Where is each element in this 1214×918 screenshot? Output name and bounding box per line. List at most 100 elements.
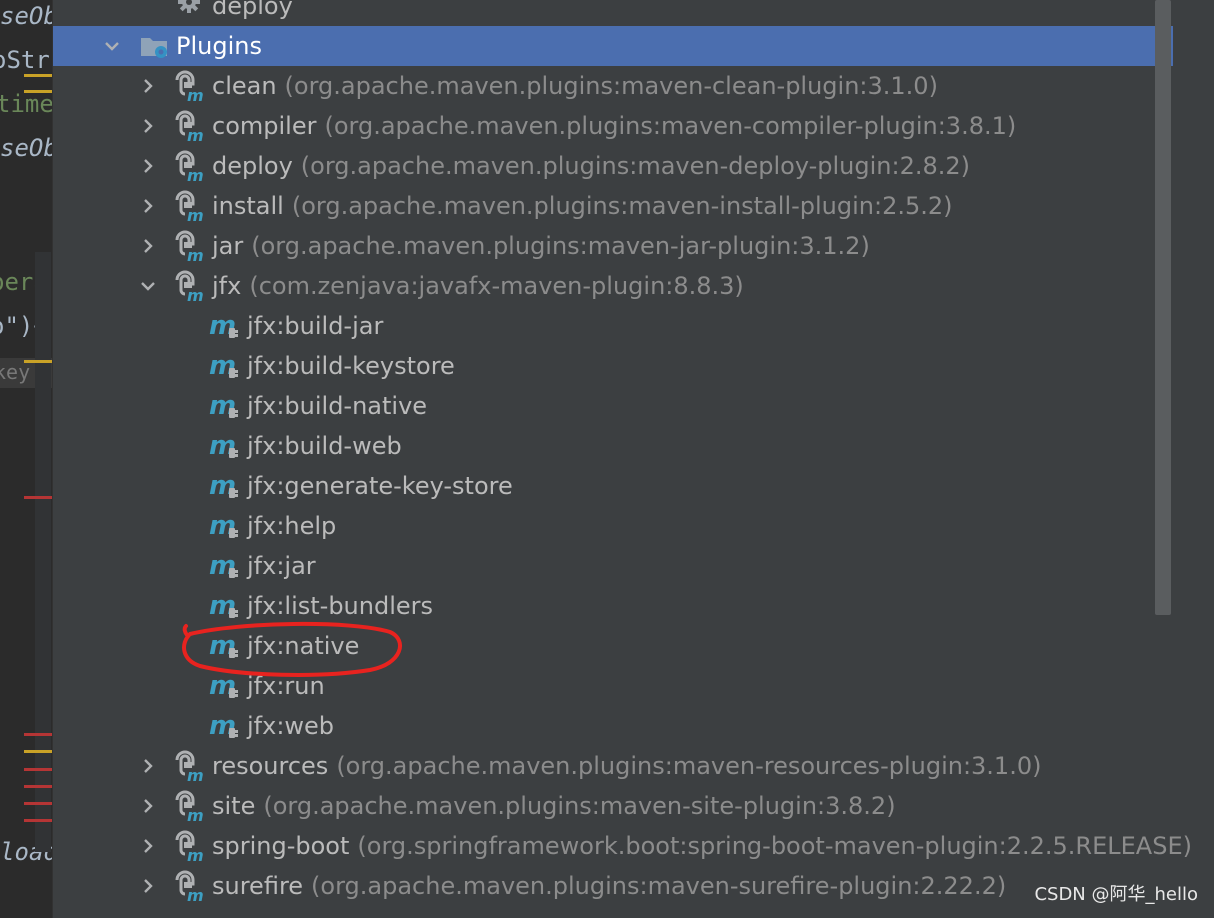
tree-row-label: jar (org.apache.maven.plugins:maven-jar-p… xyxy=(212,232,870,260)
svg-text:m: m xyxy=(187,86,204,102)
code-fragment: seOb xyxy=(0,2,53,30)
tree-row[interactable]: deploy xyxy=(53,0,1173,26)
maven-goal-icon: m xyxy=(209,550,241,582)
chevron-right-icon[interactable] xyxy=(137,786,159,826)
tree-row[interactable]: m spring-boot (org.springframework.boot:sp… xyxy=(53,826,1192,866)
maven-goal-icon: m xyxy=(209,630,241,662)
code-fragment: key xyxy=(0,360,31,384)
change-marker xyxy=(24,750,52,753)
tree-row[interactable]: m site (org.apache.maven.plugins:maven-sit… xyxy=(53,786,1173,826)
svg-text:m: m xyxy=(187,206,204,222)
maven-plugin-icon: m xyxy=(173,870,205,905)
svg-text:m: m xyxy=(187,886,204,902)
node-name: deploy xyxy=(212,0,293,20)
chevron-right-icon[interactable] xyxy=(137,106,159,146)
svg-text:m: m xyxy=(187,246,204,262)
chevron-right-icon[interactable] xyxy=(137,146,159,186)
tree-row-label: install (org.apache.maven.plugins:maven-i… xyxy=(212,192,953,220)
gutter-bar xyxy=(35,252,51,852)
maven-tool-window: deploy Plugins m clean (org.apache.maven.plu… xyxy=(53,0,1214,918)
node-name: jfx:web xyxy=(247,712,335,740)
vertical-scrollbar-thumb[interactable] xyxy=(1155,0,1171,615)
tree-row-label: jfx:web xyxy=(247,712,334,740)
maven-goal-icon: m xyxy=(209,310,241,342)
tree-row-label: jfx (com.zenjava:javafx-maven-plugin:8.8.… xyxy=(212,272,744,300)
chevron-right-icon[interactable] xyxy=(137,66,159,106)
node-name: spring-boot xyxy=(212,832,350,860)
plugin-coordinates: (org.apache.maven.plugins:maven-resource… xyxy=(336,752,1042,780)
tree-row[interactable]: m jfx:web xyxy=(53,706,1173,746)
tree-row[interactable]: m resources (org.apache.maven.plugins:mave… xyxy=(53,746,1173,786)
tree-row-label: spring-boot (org.springframework.boot:spr… xyxy=(212,832,1192,860)
tree-row[interactable]: m compiler (org.apache.maven.plugins:maven… xyxy=(53,106,1173,146)
tree-row[interactable]: m jfx:list-bundlers xyxy=(53,586,1173,626)
node-name: jfx:generate-key-store xyxy=(247,472,513,500)
tree-row[interactable]: m jfx:jar xyxy=(53,546,1173,586)
node-name: jfx:run xyxy=(247,672,325,700)
tree-row[interactable]: m jfx:build-native xyxy=(53,386,1173,426)
svg-text:m: m xyxy=(187,126,204,142)
maven-goal-icon: m xyxy=(209,510,241,542)
plugin-coordinates: (com.zenjava:javafx-maven-plugin:8.8.3) xyxy=(249,272,744,300)
tree-row[interactable]: m clean (org.apache.maven.plugins:maven-cl… xyxy=(53,66,1173,106)
node-name: jfx:help xyxy=(247,512,337,540)
maven-plugin-icon: m xyxy=(173,110,205,145)
chevron-right-icon[interactable] xyxy=(137,186,159,226)
error-marker xyxy=(24,819,52,822)
tree-row[interactable]: m jfx:run xyxy=(53,666,1173,706)
tree-row-label: jfx:help xyxy=(247,512,336,540)
plugin-coordinates: (org.apache.maven.plugins:maven-jar-plug… xyxy=(251,232,870,260)
node-name: resources xyxy=(212,752,329,780)
tree-row-label: compiler (org.apache.maven.plugins:maven-… xyxy=(212,112,1016,140)
maven-plugin-icon: m xyxy=(173,830,205,865)
maven-goal-icon: m xyxy=(209,430,241,462)
chevron-right-icon[interactable] xyxy=(137,866,159,906)
node-name: Plugins xyxy=(176,32,262,60)
maven-plugin-icon: m xyxy=(173,70,205,105)
tree-row[interactable]: m jfx (com.zenjava:javafx-maven-plugin:8.8… xyxy=(53,266,1173,306)
node-name: surefire xyxy=(212,872,304,900)
plugin-coordinates: (org.apache.maven.plugins:maven-surefire… xyxy=(311,872,1007,900)
tree-row[interactable]: m jfx:native xyxy=(53,626,1173,666)
tree-row-label: jfx:build-jar xyxy=(247,312,383,340)
tree-row[interactable]: m install (org.apache.maven.plugins:maven-… xyxy=(53,186,1173,226)
tree-row[interactable]: Plugins xyxy=(53,26,1173,66)
error-marker xyxy=(24,768,52,771)
chevron-down-icon[interactable] xyxy=(137,266,159,306)
code-editor-strip: seOb oStr time seOb pera o")+ key load xyxy=(0,0,53,918)
maven-goal-icon: m xyxy=(209,350,241,382)
tree-row[interactable]: m jfx:build-web xyxy=(53,426,1173,466)
node-name: site xyxy=(212,792,256,820)
error-marker xyxy=(24,733,52,736)
plugin-coordinates: (org.apache.maven.plugins:maven-deploy-p… xyxy=(300,152,971,180)
node-name: jar xyxy=(212,232,244,260)
tree-row[interactable]: m jar (org.apache.maven.plugins:maven-jar-… xyxy=(53,226,1173,266)
node-name: jfx:build-jar xyxy=(247,312,384,340)
tree-row[interactable]: m jfx:build-jar xyxy=(53,306,1173,346)
plugin-coordinates: (org.springframework.boot:spring-boot-ma… xyxy=(357,832,1192,860)
maven-plugin-icon: m xyxy=(173,270,205,305)
chevron-right-icon[interactable] xyxy=(137,746,159,786)
maven-goal-icon: m xyxy=(209,670,241,702)
tree-row-label: jfx:native xyxy=(247,632,359,660)
chevron-right-icon[interactable] xyxy=(137,826,159,866)
chevron-right-icon[interactable] xyxy=(137,226,159,266)
plugin-coordinates: (org.apache.maven.plugins:maven-site-plu… xyxy=(263,792,896,820)
change-marker xyxy=(24,90,52,93)
tree-row-label: jfx:list-bundlers xyxy=(247,592,433,620)
node-name: jfx:build-keystore xyxy=(247,352,455,380)
maven-goal-icon: m xyxy=(209,710,241,742)
chevron-down-icon[interactable] xyxy=(101,26,123,66)
tree-row[interactable]: m jfx:help xyxy=(53,506,1173,546)
tree-row[interactable]: m surefire (org.apache.maven.plugins:maven… xyxy=(53,866,1173,906)
plugin-coordinates: (org.apache.maven.plugins:maven-compiler… xyxy=(324,112,1017,140)
node-name: jfx:jar xyxy=(247,552,316,580)
tree-row-label: deploy (org.apache.maven.plugins:maven-de… xyxy=(212,152,970,180)
tree-row[interactable]: m deploy (org.apache.maven.plugins:maven-d… xyxy=(53,146,1173,186)
node-name: deploy xyxy=(212,152,293,180)
code-fragment: oStr xyxy=(0,46,50,74)
svg-text:m: m xyxy=(187,766,204,782)
tree-row[interactable]: m jfx:generate-key-store xyxy=(53,466,1173,506)
error-marker xyxy=(24,802,52,805)
tree-row[interactable]: m jfx:build-keystore xyxy=(53,346,1173,386)
